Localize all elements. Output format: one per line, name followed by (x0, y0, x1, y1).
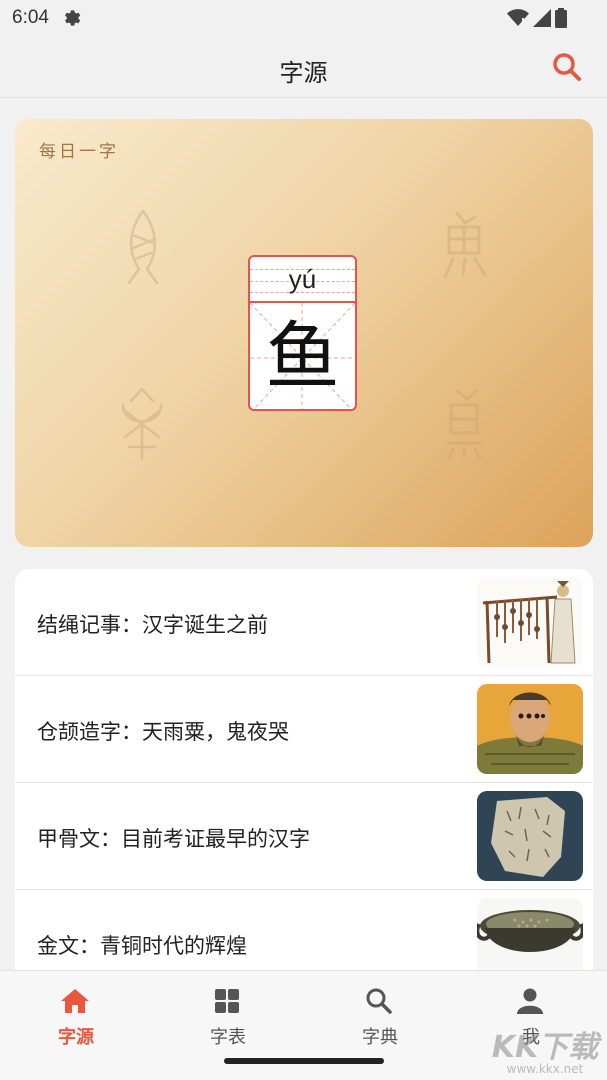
home-icon (61, 989, 89, 1013)
script-fish-glyph-icon (445, 389, 483, 459)
article-title: 仓颉造字：天雨粟，鬼夜哭 (37, 720, 289, 744)
search-icon[interactable] (551, 51, 583, 83)
wifi-icon (507, 9, 529, 26)
nav-label: 字源 (58, 1027, 94, 1048)
nav-item-zidian[interactable]: 字典 (304, 971, 456, 1057)
pinyin-grid: yú (250, 257, 355, 303)
article-list: 结绳记事：汉字诞生之前 仓颉造字：天雨粟，鬼夜哭 甲骨文：目前考证最早的汉字 金… (15, 569, 593, 989)
home-indicator[interactable] (224, 1058, 384, 1064)
status-bar: 6:04 (0, 0, 607, 36)
pinyin-text: yú (288, 264, 317, 294)
nav-label: 字典 (362, 1027, 398, 1048)
watermark: KK下载 www.kkx.net (487, 1018, 603, 1078)
cangjie-portrait-image (477, 684, 583, 774)
hanzi-grid: 鱼 (250, 303, 355, 409)
article-item[interactable]: 结绳记事：汉字诞生之前 (15, 569, 593, 676)
nav-item-zibiao[interactable]: 字表 (152, 971, 304, 1057)
battery-icon (555, 8, 567, 28)
bronze-fish-glyph-icon (443, 211, 487, 279)
daily-label: 每日一字 (39, 142, 119, 162)
cell-signal-icon (533, 9, 551, 27)
search-icon (366, 988, 392, 1014)
oracle-fish-glyph-icon (127, 209, 159, 285)
article-item[interactable]: 仓颉造字：天雨粟，鬼夜哭 (15, 676, 593, 783)
character-box: yú 鱼 (248, 255, 357, 411)
status-icons (507, 8, 567, 28)
knot-records-image (477, 577, 583, 667)
watermark-url: www.kkx.net (506, 1062, 584, 1076)
grid-icon (215, 989, 239, 1013)
seal-fish-glyph-icon (121, 387, 163, 461)
article-title: 结绳记事：汉字诞生之前 (37, 613, 268, 637)
page-title: 字源 (279, 59, 328, 87)
oracle-bone-image (477, 791, 583, 881)
article-item[interactable]: 甲骨文：目前考证最早的汉字 (15, 783, 593, 890)
settings-gear-icon (65, 10, 81, 26)
status-time: 6:04 (12, 7, 49, 28)
article-title: 金文：青铜时代的辉煌 (37, 934, 247, 958)
nav-label: 字表 (210, 1027, 246, 1048)
article-title: 甲骨文：目前考证最早的汉字 (37, 827, 310, 851)
nav-item-ziyuan[interactable]: 字源 (0, 971, 152, 1057)
person-icon (517, 988, 543, 1014)
watermark-brand: KK下载 (491, 1030, 599, 1065)
app-header: 字源 (0, 36, 607, 98)
daily-character-card[interactable]: 每日一字 yú 鱼 (15, 119, 593, 547)
daily-character: 鱼 (265, 314, 340, 400)
